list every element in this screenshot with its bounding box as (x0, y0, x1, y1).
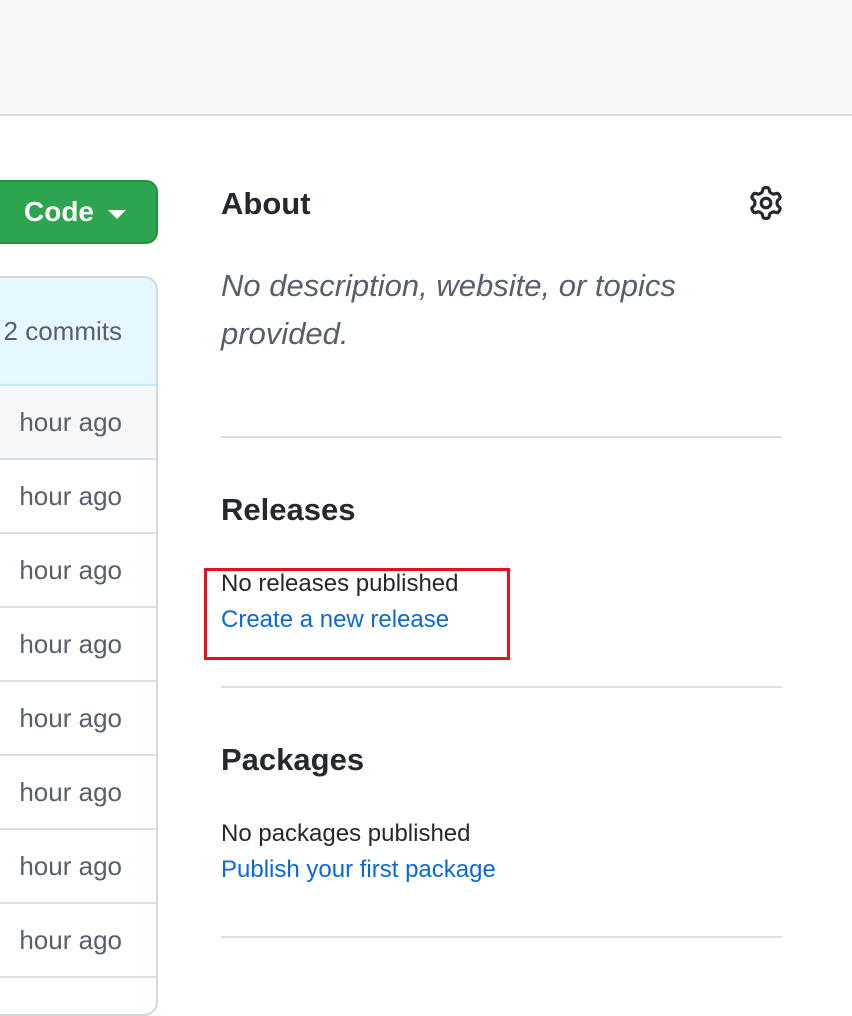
commit-age: hour ago (19, 702, 122, 733)
packages-status: No packages published (221, 820, 471, 847)
code-button-label: Code (24, 196, 94, 227)
commit-age: hour ago (19, 776, 122, 807)
commit-age: hour ago (19, 554, 122, 585)
table-row[interactable]: hour ago (0, 534, 156, 608)
code-button[interactable]: Code (0, 180, 158, 244)
divider (221, 436, 782, 438)
commit-age: hour ago (19, 406, 122, 437)
commit-age: hour ago (19, 850, 122, 881)
commits-link[interactable]: 2 commits (4, 316, 122, 347)
highlight-annotation (204, 568, 510, 660)
about-heading: About (221, 186, 311, 221)
file-list: 2 commits hour ago hour ago hour ago hou… (0, 276, 158, 1016)
commit-age: hour ago (19, 480, 122, 511)
table-row[interactable]: hour ago (0, 756, 156, 830)
commit-age: hour ago (19, 628, 122, 659)
table-row[interactable]: hour ago (0, 682, 156, 756)
chevron-down-icon (108, 209, 126, 219)
table-row[interactable]: hour ago (0, 386, 156, 460)
table-row[interactable]: hour ago (0, 608, 156, 682)
gear-icon[interactable] (749, 186, 783, 220)
table-row[interactable]: hour ago (0, 460, 156, 534)
about-description: No description, website, or topics provi… (221, 268, 676, 351)
publish-package-link[interactable]: Publish your first package (221, 856, 496, 884)
divider (221, 686, 782, 688)
packages-heading[interactable]: Packages (221, 742, 364, 778)
table-row[interactable]: hour ago (0, 904, 156, 978)
commits-header: 2 commits (0, 278, 156, 386)
table-row[interactable]: hour ago (0, 830, 156, 904)
commit-age: hour ago (19, 924, 122, 955)
top-header-bar (0, 0, 852, 116)
releases-heading[interactable]: Releases (221, 492, 355, 528)
divider (221, 936, 782, 938)
